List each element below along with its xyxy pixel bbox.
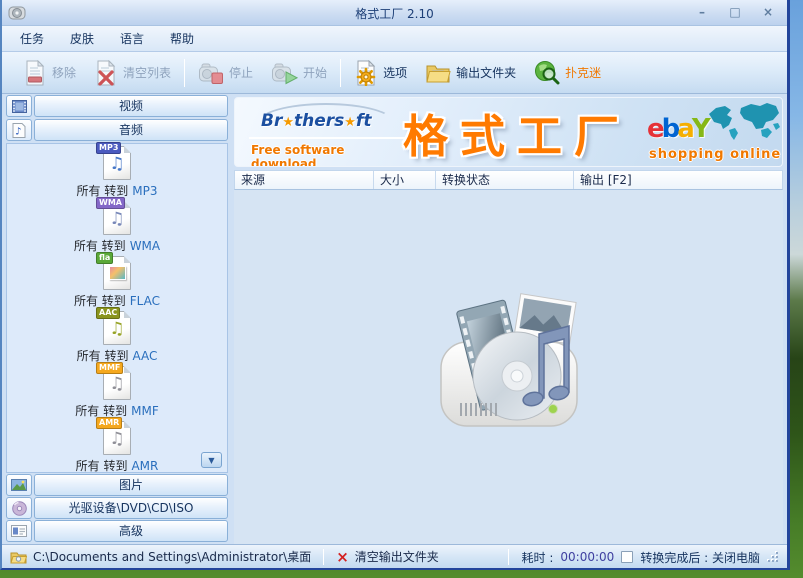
- window-title: 格式工厂 2.10: [2, 5, 787, 22]
- cd-icon: [6, 497, 32, 519]
- task-list-area[interactable]: [234, 190, 783, 544]
- output-folder-icon: [425, 62, 451, 84]
- menu-language[interactable]: 语言: [120, 30, 144, 47]
- video-icon: [6, 95, 32, 117]
- advanced-section-label: 高级: [34, 520, 228, 542]
- brothersoft-link[interactable]: Br★thers★ft Free software download: [249, 102, 411, 164]
- aac-file-icon: AAC ♫: [103, 311, 131, 345]
- mmf-file-icon: MMF ♫: [103, 366, 131, 400]
- video-section-label: 视频: [34, 95, 228, 117]
- divider: [249, 137, 409, 139]
- picture-icon: [6, 474, 32, 496]
- stop-icon: [198, 61, 224, 85]
- sidebar: 视频 ♪ 音频 MP3 ♫: [4, 94, 230, 544]
- preset-all-to-flac[interactable]: fla ♫ 所有 转到FLAC: [7, 254, 227, 309]
- output-folder-button[interactable]: 输出文件夹: [416, 59, 525, 87]
- remove-button[interactable]: 移除: [14, 57, 85, 89]
- menu-skin[interactable]: 皮肤: [70, 30, 94, 47]
- brothersoft-tagline: Free software download: [251, 143, 411, 167]
- column-size[interactable]: 大小: [374, 171, 436, 189]
- options-button[interactable]: 选项: [345, 57, 416, 89]
- format-factory-window: 格式工厂 2.10 – □ × 任务 皮肤 语言 帮助 移: [0, 0, 790, 570]
- preset-all-to-aac[interactable]: AAC ♫ 所有 转到AAC: [7, 309, 227, 364]
- remove-document-icon: [23, 60, 47, 86]
- ebay-letter: e: [647, 114, 662, 144]
- preset-all-to-wma[interactable]: WMA ♫ 所有 转到WMA: [7, 199, 227, 254]
- menu-help[interactable]: 帮助: [170, 30, 194, 47]
- menu-bar: 任务 皮肤 语言 帮助: [2, 26, 787, 52]
- chevron-down-icon: ▼: [208, 456, 214, 465]
- shutdown-after-label[interactable]: 转换完成后 : 关闭电脑: [640, 549, 760, 566]
- scroll-down-button[interactable]: ▼: [201, 452, 222, 468]
- sidebar-section-advanced[interactable]: 高级: [6, 520, 228, 543]
- toolbar: 移除 清空列表: [2, 52, 787, 94]
- preset-all-to-mmf[interactable]: MMF ♫ 所有 转到MMF: [7, 364, 227, 419]
- mp3-file-icon: MP3 ♫: [103, 146, 131, 180]
- picture-section-label: 图片: [34, 474, 228, 496]
- start-icon: [271, 61, 298, 85]
- clear-list-document-icon: [94, 60, 118, 86]
- sidebar-section-rom[interactable]: 光驱设备\DVD\CD\ISO: [6, 497, 228, 520]
- advanced-icon: [6, 520, 32, 542]
- desktop: 格式工厂 2.10 – □ × 任务 皮肤 语言 帮助 移: [0, 0, 803, 578]
- clear-output-x-icon: ×: [336, 550, 349, 564]
- audio-icon: ♪: [6, 119, 32, 141]
- elapsed-label: 耗时 :: [522, 549, 554, 566]
- elapsed-time-value: 00:00:00: [560, 550, 614, 564]
- ebay-link[interactable]: ebaY: [647, 114, 708, 144]
- audio-section-label: 音频: [34, 119, 228, 141]
- ebay-letter: a: [677, 114, 692, 144]
- star-icon: ★: [282, 115, 294, 130]
- photo-thumbnail-icon: [109, 266, 126, 280]
- options-gear-icon: [354, 60, 378, 86]
- stop-button[interactable]: 停止: [189, 58, 262, 88]
- output-path-folder-icon[interactable]: [10, 550, 27, 564]
- column-status[interactable]: 转换状态: [436, 171, 574, 189]
- main-area: Br★thers★ft Free software download 格式工厂 …: [230, 94, 787, 544]
- menu-tasks[interactable]: 任务: [20, 30, 44, 47]
- statusbar-separator: [323, 549, 324, 565]
- sidebar-section-picture[interactable]: 图片: [6, 474, 228, 497]
- amr-file-icon: AMR ♫: [103, 421, 131, 455]
- resize-grip[interactable]: [767, 551, 779, 563]
- ad-banner: Br★thers★ft Free software download 格式工厂 …: [234, 97, 783, 167]
- statusbar-separator: [508, 549, 509, 565]
- shopping-online-text: shopping online: [649, 147, 781, 162]
- clear-list-button[interactable]: 清空列表: [85, 57, 180, 89]
- minimize-button[interactable]: –: [693, 4, 711, 20]
- status-bar: C:\Documents and Settings\Administrator\…: [2, 544, 787, 568]
- audio-presets-panel: MP3 ♫ 所有 转到MP3 WMA ♫ 所有 转到WMA: [6, 143, 228, 473]
- star-icon: ★: [344, 115, 356, 130]
- wma-file-icon: WMA ♫: [103, 201, 131, 235]
- globe-search-icon: [534, 60, 560, 86]
- clear-output-folder-button[interactable]: 清空输出文件夹: [355, 548, 439, 565]
- poker-link-button[interactable]: 扑克迷: [525, 57, 610, 89]
- output-path[interactable]: C:\Documents and Settings\Administrator\…: [33, 548, 311, 565]
- column-output[interactable]: 输出 [F2]: [574, 171, 782, 189]
- toolbar-separator: [340, 59, 341, 87]
- ebay-letter: b: [662, 114, 678, 144]
- close-button[interactable]: ×: [759, 4, 777, 20]
- rom-section-label: 光驱设备\DVD\CD\ISO: [34, 497, 228, 519]
- title-bar[interactable]: 格式工厂 2.10 – □ ×: [2, 0, 787, 26]
- maximize-button[interactable]: □: [726, 4, 744, 20]
- banner-app-title: 格式工厂: [403, 100, 631, 165]
- sidebar-section-audio[interactable]: ♪ 音频: [6, 119, 228, 142]
- preset-all-to-mp3[interactable]: MP3 ♫ 所有 转到MP3: [7, 144, 227, 199]
- shutdown-after-checkbox[interactable]: [621, 551, 633, 563]
- column-source[interactable]: 来源: [235, 171, 374, 189]
- preset-all-to-amr[interactable]: AMR ♫ 所有 转到AMR: [7, 419, 227, 474]
- world-map-icon: [705, 100, 781, 146]
- toolbar-separator: [184, 59, 185, 87]
- start-button[interactable]: 开始: [262, 58, 336, 88]
- task-table-header: 来源 大小 转换状态 输出 [F2]: [234, 170, 783, 190]
- format-factory-watermark: [421, 282, 596, 432]
- brothersoft-logo: Br★thers★ft: [261, 111, 371, 131]
- flac-file-icon: fla ♫: [103, 256, 131, 290]
- svg-text:♪: ♪: [15, 126, 21, 137]
- sidebar-section-video[interactable]: 视频: [6, 95, 228, 118]
